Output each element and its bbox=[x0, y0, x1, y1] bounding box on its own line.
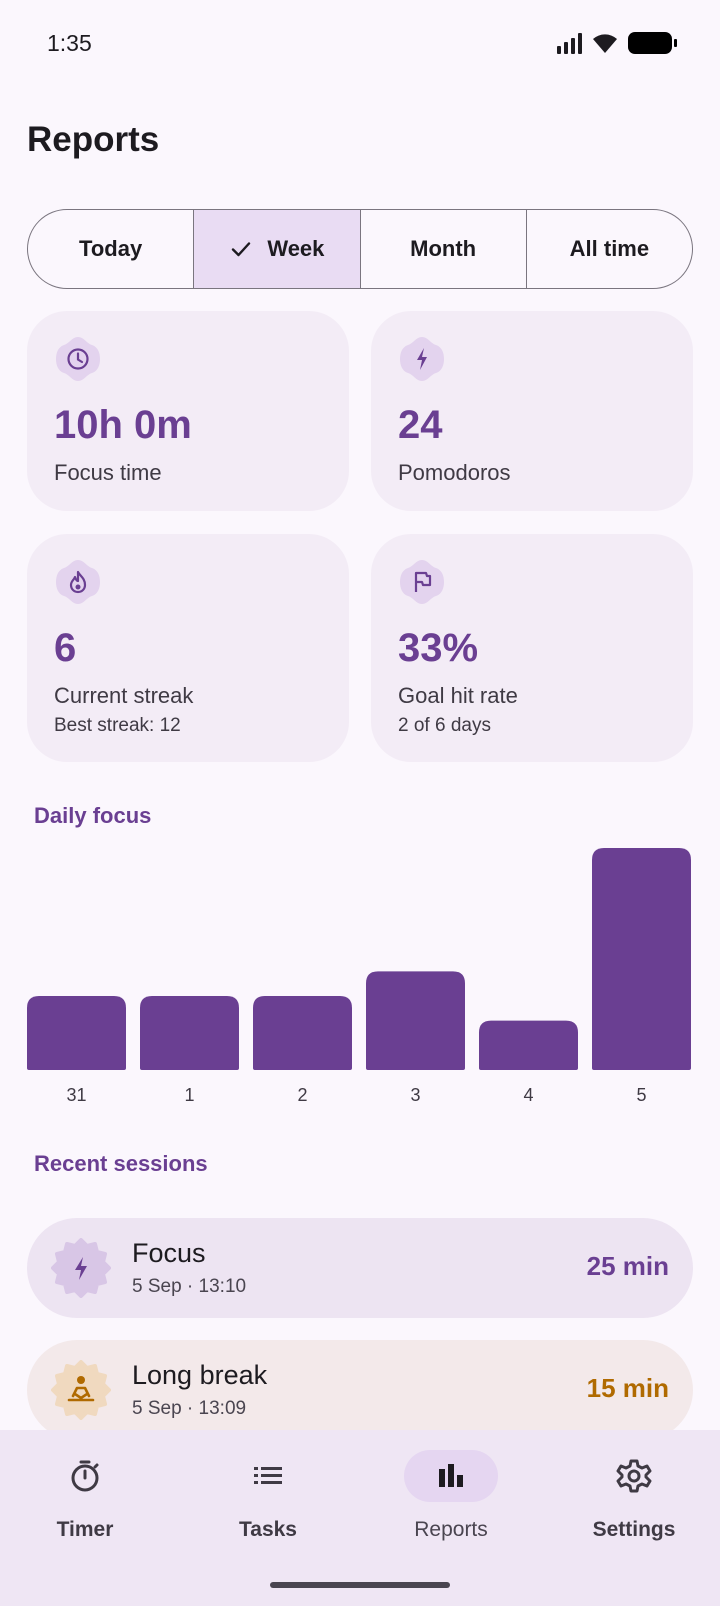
bar-1 bbox=[140, 996, 239, 1070]
timer-icon bbox=[71, 1460, 99, 1492]
nav-label: Tasks bbox=[239, 1518, 297, 1541]
bar-31 bbox=[27, 996, 126, 1070]
nav-label: Timer bbox=[56, 1518, 114, 1541]
flame-icon bbox=[56, 560, 100, 604]
goal-value: 33% bbox=[398, 626, 479, 670]
goal-label: Goal hit rate bbox=[398, 683, 518, 708]
check-icon bbox=[232, 242, 251, 257]
session-title: Long break bbox=[132, 1360, 268, 1390]
session-item[interactable]: Long break 5 Sep · 13:09 15 min bbox=[27, 1340, 693, 1440]
session-item[interactable]: Focus 5 Sep · 13:10 25 min bbox=[27, 1218, 693, 1318]
period-label: Week bbox=[267, 236, 325, 261]
recent-sessions-title: Recent sessions bbox=[34, 1151, 208, 1176]
period-selector: Today Week Month All time bbox=[27, 209, 693, 289]
wifi-icon bbox=[593, 34, 617, 53]
status-icons bbox=[557, 30, 677, 56]
session-time: 5 Sep · 13:10 bbox=[132, 1276, 247, 1297]
period-label: Month bbox=[410, 236, 477, 261]
tick-label-4: 4 bbox=[523, 1085, 533, 1105]
bottom-navigation: Timer Tasks Reports Settings bbox=[0, 1430, 720, 1606]
status-bar: 1:35 bbox=[0, 0, 720, 88]
tick-label-2: 2 bbox=[297, 1085, 307, 1105]
bolt-icon bbox=[51, 1238, 111, 1298]
nav-reports[interactable]: Reports bbox=[366, 1450, 536, 1542]
period-month[interactable]: Month bbox=[361, 210, 527, 288]
nav-settings[interactable]: Settings bbox=[549, 1450, 719, 1542]
best-streak: Best streak: 12 bbox=[54, 715, 181, 736]
pomodoros-label: Pomodoros bbox=[398, 460, 511, 485]
nav-icon-container bbox=[221, 1450, 315, 1502]
pomodoros-value: 24 bbox=[398, 403, 443, 447]
home-indicator bbox=[270, 1582, 450, 1588]
bar-5 bbox=[592, 848, 691, 1070]
period-label: All time bbox=[569, 236, 650, 261]
nav-timer[interactable]: Timer bbox=[0, 1450, 170, 1542]
focus-time-card: 10h 0m Focus time bbox=[27, 311, 349, 511]
clock-icon bbox=[56, 337, 100, 381]
bar-2 bbox=[253, 996, 352, 1070]
daily-focus-title: Daily focus bbox=[34, 803, 152, 828]
streak-value: 6 bbox=[54, 626, 77, 670]
session-duration: 15 min bbox=[586, 1373, 669, 1403]
nav-icon-container bbox=[587, 1450, 681, 1502]
nav-label: Reports bbox=[414, 1518, 488, 1541]
bar-3 bbox=[366, 971, 465, 1070]
goal-card: 33% Goal hit rate 2 of 6 days bbox=[371, 534, 693, 762]
list-icon bbox=[254, 1467, 282, 1484]
tick-label-31: 31 bbox=[66, 1085, 86, 1105]
bar-chart-icon bbox=[439, 1464, 463, 1487]
nav-icon-container bbox=[38, 1450, 132, 1502]
daily-focus-chart: 31 1 2 3 4 5 bbox=[27, 848, 691, 1105]
period-label: Today bbox=[79, 236, 143, 261]
tick-label-5: 5 bbox=[636, 1085, 646, 1105]
period-all-time[interactable]: All time bbox=[527, 210, 692, 288]
nav-label: Settings bbox=[592, 1518, 676, 1541]
streak-card: 6 Current streak Best streak: 12 bbox=[27, 534, 349, 762]
streak-label: Current streak bbox=[54, 683, 194, 708]
focus-time-value: 10h 0m bbox=[54, 403, 192, 447]
tick-label-1: 1 bbox=[184, 1085, 194, 1105]
period-today[interactable]: Today bbox=[28, 210, 195, 288]
session-title: Focus bbox=[132, 1238, 206, 1268]
gear-icon bbox=[616, 1459, 652, 1493]
meditation-icon bbox=[51, 1360, 111, 1420]
tick-label-3: 3 bbox=[410, 1085, 420, 1105]
battery-icon bbox=[628, 32, 677, 54]
focus-time-label: Focus time bbox=[54, 460, 162, 485]
period-week[interactable]: Week bbox=[194, 210, 361, 288]
page-title: Reports bbox=[27, 120, 160, 159]
status-time: 1:35 bbox=[47, 30, 92, 56]
goal-sub: 2 of 6 days bbox=[398, 715, 491, 736]
pomodoros-card: 24 Pomodoros bbox=[371, 311, 693, 511]
nav-tasks[interactable]: Tasks bbox=[183, 1450, 353, 1542]
session-time: 5 Sep · 13:09 bbox=[132, 1398, 247, 1419]
flag-icon bbox=[400, 560, 444, 604]
session-duration: 25 min bbox=[586, 1251, 669, 1281]
bar-4 bbox=[479, 1020, 578, 1070]
signal-icon bbox=[557, 32, 582, 54]
bolt-icon bbox=[400, 337, 444, 381]
nav-icon-container bbox=[404, 1450, 498, 1502]
